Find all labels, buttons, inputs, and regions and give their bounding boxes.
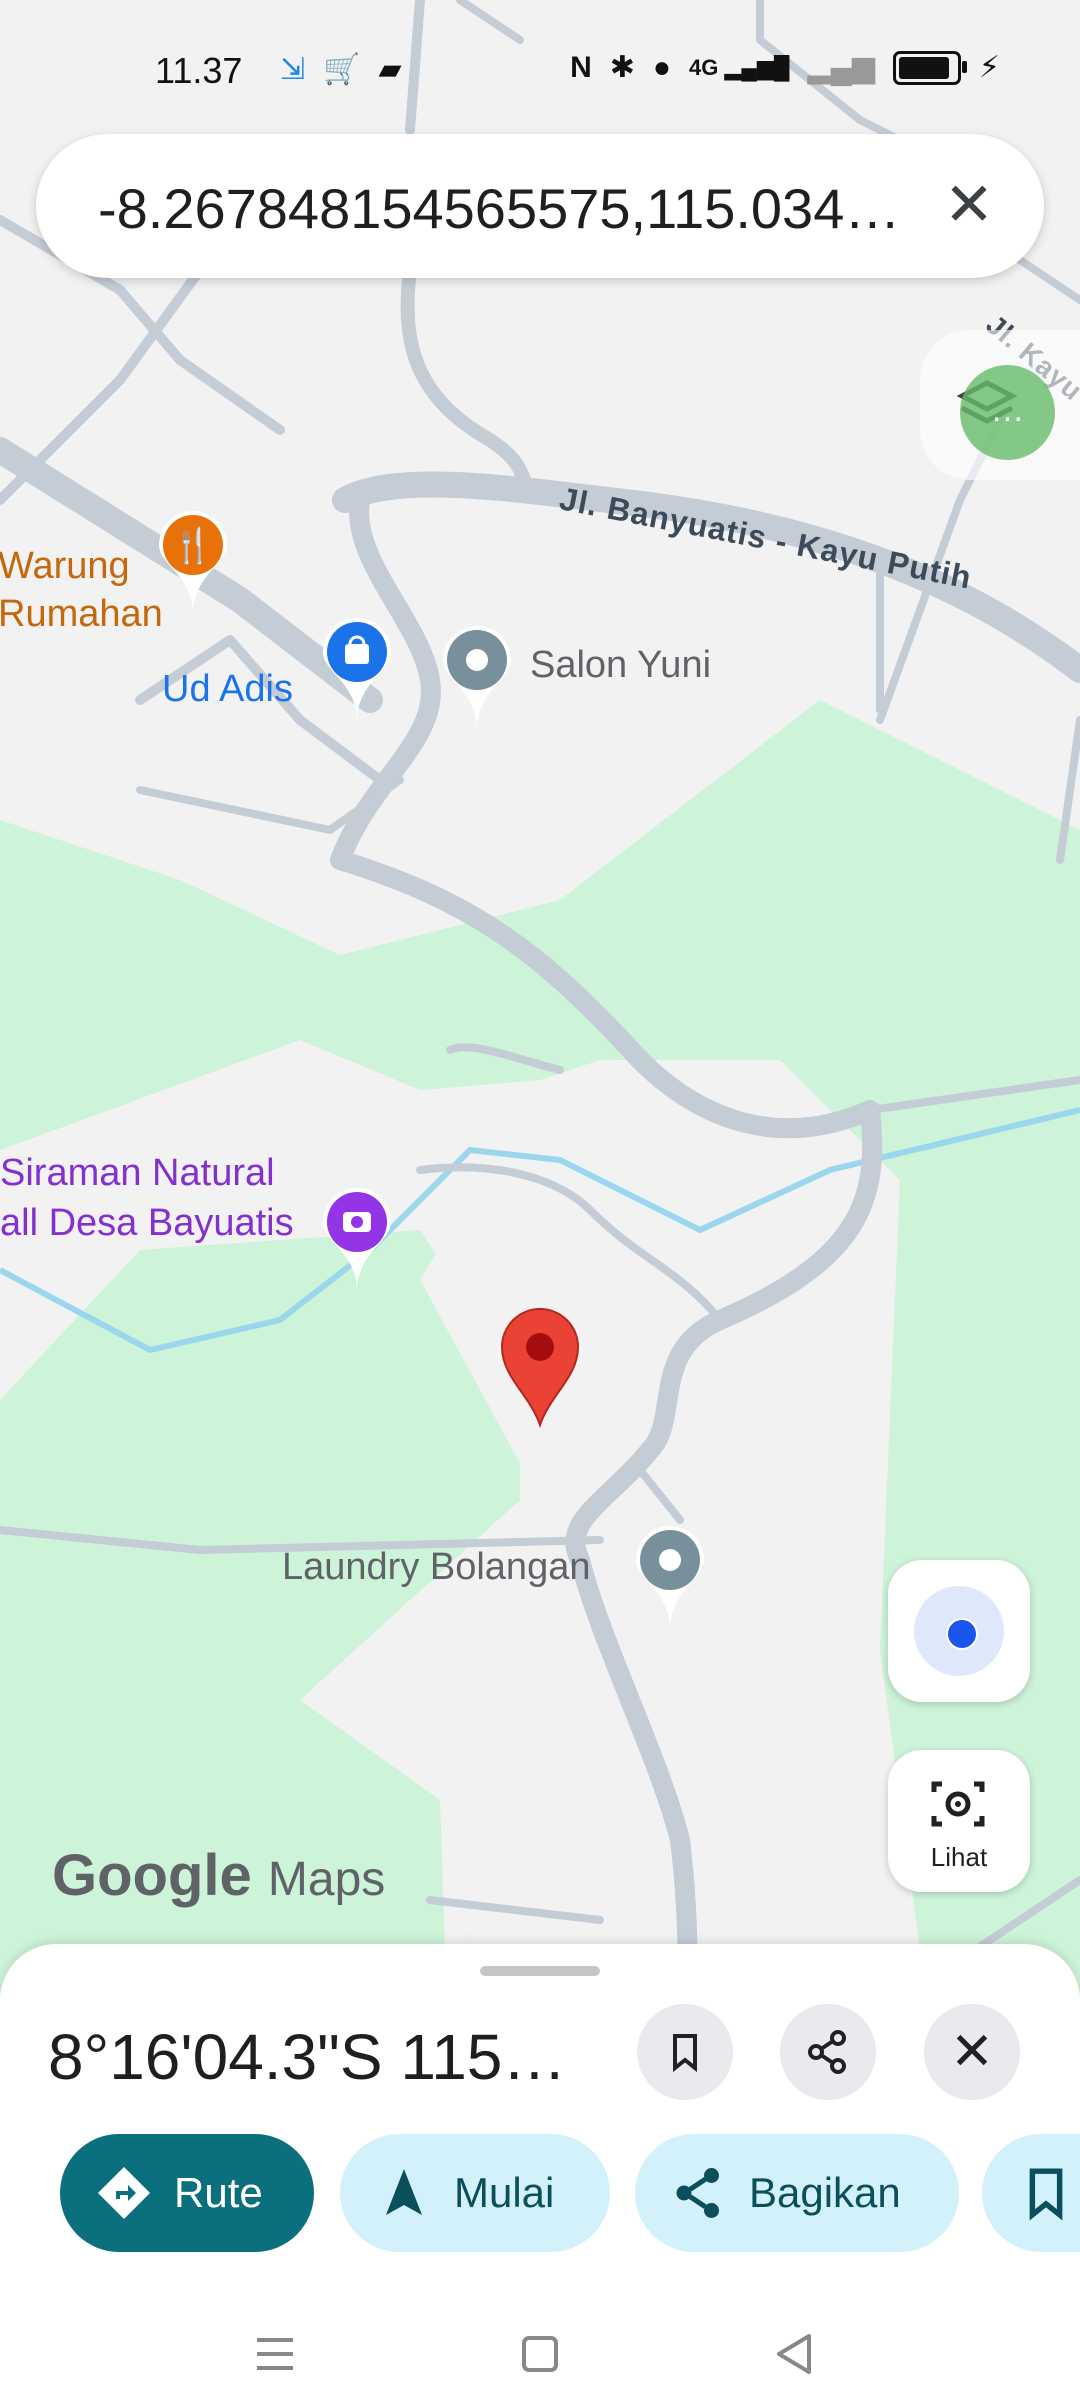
sheet-drag-handle[interactable]	[480, 1966, 600, 1976]
signal-4g-icon: 4G ▂▄▆█	[689, 55, 790, 80]
directions-icon	[98, 2167, 150, 2219]
location-icon: ●	[652, 51, 672, 84]
share-chip-label: Bagikan	[749, 2169, 901, 2216]
bookmark-icon	[673, 2034, 697, 2073]
camera-lens-icon	[931, 1781, 985, 1827]
home-icon[interactable]	[510, 2324, 570, 2384]
location-dot	[946, 1618, 978, 1650]
lens-label: Lihat	[930, 1842, 988, 1872]
search-bar[interactable]: -8.267848154565575,115.034… ✕	[36, 134, 1044, 278]
action-chips: Rute Mulai Bagikan	[60, 2134, 1080, 2256]
share-icon	[676, 2168, 719, 2218]
signal-muted-icon: ▂▄▆	[807, 51, 875, 84]
directions-label: Rute	[174, 2169, 263, 2216]
svg-text:🍴: 🍴	[172, 526, 214, 566]
place-label-ud-adis[interactable]: Ud Adis	[162, 668, 293, 711]
save-chip-button[interactable]	[982, 2134, 1080, 2252]
app-notification-icon: ⇲	[280, 53, 306, 86]
close-icon: ✕	[950, 2023, 994, 2081]
navigation-arrow-icon	[386, 2169, 422, 2215]
start-button[interactable]: Mulai	[340, 2134, 610, 2252]
close-button[interactable]: ✕	[924, 2004, 1020, 2100]
nfc-icon: N	[570, 51, 592, 84]
directions-button[interactable]: Rute	[60, 2134, 314, 2252]
status-time: 11.37	[155, 50, 243, 91]
menu-icon[interactable]	[245, 2324, 305, 2384]
share-icon	[808, 2030, 846, 2074]
bluetooth-icon: ✱	[609, 51, 635, 84]
share-button[interactable]	[780, 2004, 876, 2100]
message-app-icon: ▰	[378, 53, 402, 86]
close-icon[interactable]: ✕	[934, 170, 1004, 240]
search-input[interactable]: -8.267848154565575,115.034…	[98, 176, 928, 241]
battery-icon	[892, 51, 967, 85]
my-location-button[interactable]	[888, 1560, 1030, 1702]
layers-more-badge[interactable]: …	[960, 365, 1055, 460]
save-button[interactable]	[637, 2004, 733, 2100]
place-label-warung[interactable]: Warung Rumahan	[0, 542, 163, 638]
place-title: 8°16'04.3"S 115°…	[48, 2021, 578, 2093]
place-label-laundry[interactable]: Laundry Bolangan	[282, 1546, 590, 1589]
start-label: Mulai	[454, 2169, 555, 2216]
place-label-salon-yuni[interactable]: Salon Yuni	[530, 644, 711, 687]
status-bar: 11.37 ⇲ 🛒 ▰ N ✱ ● 4G ▂▄▆█ ▂▄▆ ⚡	[0, 0, 1080, 140]
shopping-app-icon: 🛒	[323, 53, 361, 86]
google-maps-logo: Google Maps	[52, 1843, 386, 1908]
lens-button[interactable]: Lihat	[888, 1750, 1030, 1892]
system-nav-bar	[0, 2310, 1080, 2400]
share-chip-button[interactable]: Bagikan	[635, 2134, 959, 2252]
place-label-siraman[interactable]: Siraman Natural all Desa Bayuatis	[0, 1148, 294, 1248]
charging-icon: ⚡	[978, 51, 1000, 84]
bookmark-icon	[1029, 2168, 1063, 2221]
back-icon[interactable]	[765, 2324, 825, 2384]
battery-level	[898, 57, 949, 79]
